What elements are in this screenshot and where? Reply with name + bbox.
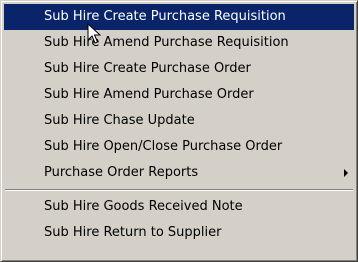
menu-item-purchase-order-reports[interactable]: Purchase Order Reports: [4, 160, 354, 186]
menu-item-open-close-purchase-order[interactable]: Sub Hire Open/Close Purchase Order: [4, 134, 354, 160]
menu-item-chase-update[interactable]: Sub Hire Chase Update: [4, 108, 354, 134]
menu-item-label: Sub Hire Create Purchase Requisition: [44, 9, 286, 24]
chevron-right-icon: [344, 169, 348, 177]
context-menu: Sub Hire Create Purchase Requisition Sub…: [0, 0, 358, 262]
menu-item-label: Sub Hire Chase Update: [44, 113, 195, 128]
menu-item-label: Sub Hire Create Purchase Order: [44, 61, 251, 76]
menu-item-return-to-supplier[interactable]: Sub Hire Return to Supplier: [4, 220, 354, 246]
menu-item-create-purchase-order[interactable]: Sub Hire Create Purchase Order: [4, 56, 354, 82]
menu-item-goods-received-note[interactable]: Sub Hire Goods Received Note: [4, 194, 354, 220]
menu-item-label: Purchase Order Reports: [44, 165, 199, 180]
menu-item-label: Sub Hire Amend Purchase Requisition: [44, 35, 289, 50]
menu-item-amend-purchase-requisition[interactable]: Sub Hire Amend Purchase Requisition: [4, 30, 354, 56]
menu-item-label: Sub Hire Goods Received Note: [44, 199, 243, 214]
menu-separator: [4, 186, 354, 194]
menu-item-label: Sub Hire Open/Close Purchase Order: [44, 139, 283, 154]
menu-item-label: Sub Hire Return to Supplier: [44, 225, 222, 240]
menu-item-amend-purchase-order[interactable]: Sub Hire Amend Purchase Order: [4, 82, 354, 108]
mouse-pointer-icon: [87, 23, 101, 44]
menu-item-label: Sub Hire Amend Purchase Order: [44, 87, 254, 102]
menu-item-create-purchase-requisition[interactable]: Sub Hire Create Purchase Requisition: [4, 4, 354, 30]
menu-list: Sub Hire Create Purchase Requisition Sub…: [4, 4, 354, 246]
